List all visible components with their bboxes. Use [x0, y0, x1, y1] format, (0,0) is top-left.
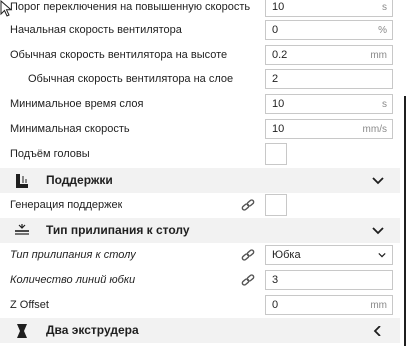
setting-label: Порог переключения на повышенную скорост…	[10, 1, 251, 13]
adhesion-type-select[interactable]: Юбка	[265, 245, 393, 265]
setting-row-min-speed: Минимальная скорость 10 mm/s	[0, 117, 400, 142]
regular-fan-height-input[interactable]: 0.2 mm	[265, 45, 393, 65]
select-value: Юбка	[272, 249, 301, 261]
setting-label: Тип прилипания к столу	[10, 249, 136, 261]
setting-row-skirt-line-count: Количество линий юбки 3	[0, 268, 400, 293]
generate-support-checkbox[interactable]	[265, 194, 287, 216]
section-header-support[interactable]: Поддержки	[0, 168, 400, 193]
scrollbar-thumb[interactable]	[404, 96, 406, 346]
initial-fan-speed-input[interactable]: 0 %	[265, 20, 393, 40]
field-value: 0.2	[272, 49, 288, 61]
lift-head-checkbox[interactable]	[265, 143, 287, 165]
adhesion-icon	[15, 224, 29, 235]
min-speed-input[interactable]: 10 mm/s	[265, 119, 393, 139]
setting-row-z-offset: Z Offset 0 mm	[0, 293, 400, 318]
skirt-line-count-input[interactable]: 3	[265, 270, 393, 290]
section-title: Два экструдера	[46, 323, 139, 337]
setting-label: Z Offset	[10, 299, 49, 311]
setting-label: Обычная скорость вентилятора на слое	[28, 73, 234, 85]
chevron-down-icon	[378, 252, 386, 258]
setting-label: Генерация поддержек	[10, 199, 123, 211]
field-unit: %	[378, 25, 387, 36]
field-unit: mm	[370, 300, 387, 311]
section-header-dual-extrusion[interactable]: Два экструдера	[0, 318, 400, 343]
chevron-down-icon[interactable]	[372, 226, 384, 236]
field-value: 0	[272, 299, 279, 311]
field-unit: mm/s	[362, 124, 387, 135]
setting-label: Минимальная скорость	[10, 123, 130, 135]
field-value: 10	[272, 123, 285, 135]
section-header-adhesion[interactable]: Тип прилипания к столу	[0, 218, 400, 243]
link-icon[interactable]	[241, 274, 255, 287]
link-icon[interactable]	[241, 199, 255, 212]
setting-row-min-layer-time: Минимальное время слоя 10 s	[0, 92, 400, 117]
min-layer-time-input[interactable]: 10 s	[265, 94, 393, 114]
speed-threshold-input[interactable]: 10 s	[265, 0, 393, 17]
field-value: 10	[272, 1, 285, 13]
setting-row-lift-head: Подъём головы	[0, 142, 400, 167]
regular-fan-layer-input[interactable]: 2	[265, 69, 393, 89]
section-title: Поддержки	[46, 173, 113, 187]
setting-label: Минимальное время слоя	[10, 98, 144, 110]
z-offset-input[interactable]: 0 mm	[265, 295, 393, 315]
field-value: 0	[272, 24, 279, 36]
setting-label: Количество линий юбки	[10, 274, 136, 286]
setting-label: Подъём головы	[10, 148, 90, 160]
setting-row-adhesion-type: Тип прилипания к столу Юбка	[0, 243, 400, 268]
field-value: 10	[272, 98, 285, 110]
mouse-cursor-icon	[0, 0, 13, 17]
setting-row-initial-fan-speed: Начальная скорость вентилятора 0 %	[0, 18, 400, 43]
field-value: 3	[272, 274, 279, 286]
field-value: 2	[272, 73, 279, 85]
setting-row-regular-fan-height: Обычная скорость вентилятора на высоте 0…	[0, 43, 400, 68]
support-icon	[16, 174, 28, 188]
field-unit: mm	[370, 50, 387, 61]
setting-row-speed-threshold: Порог переключения на повышенную скорост…	[0, 0, 400, 20]
setting-row-generate-support: Генерация поддержек	[0, 193, 400, 218]
chevron-down-icon[interactable]	[372, 176, 384, 186]
setting-row-regular-fan-layer: Обычная скорость вентилятора на слое 2	[0, 67, 400, 92]
field-unit: s	[382, 2, 387, 13]
setting-label: Обычная скорость вентилятора на высоте	[10, 49, 228, 61]
field-unit: s	[382, 99, 387, 110]
print-settings-panel: Порог переключения на повышенную скорост…	[0, 0, 400, 346]
chevron-left-icon[interactable]	[372, 326, 384, 336]
link-icon[interactable]	[241, 249, 255, 262]
section-title: Тип прилипания к столу	[46, 223, 190, 237]
dual-extruder-icon	[17, 324, 27, 338]
setting-label: Начальная скорость вентилятора	[10, 24, 182, 36]
scrollbar[interactable]	[401, 0, 408, 346]
